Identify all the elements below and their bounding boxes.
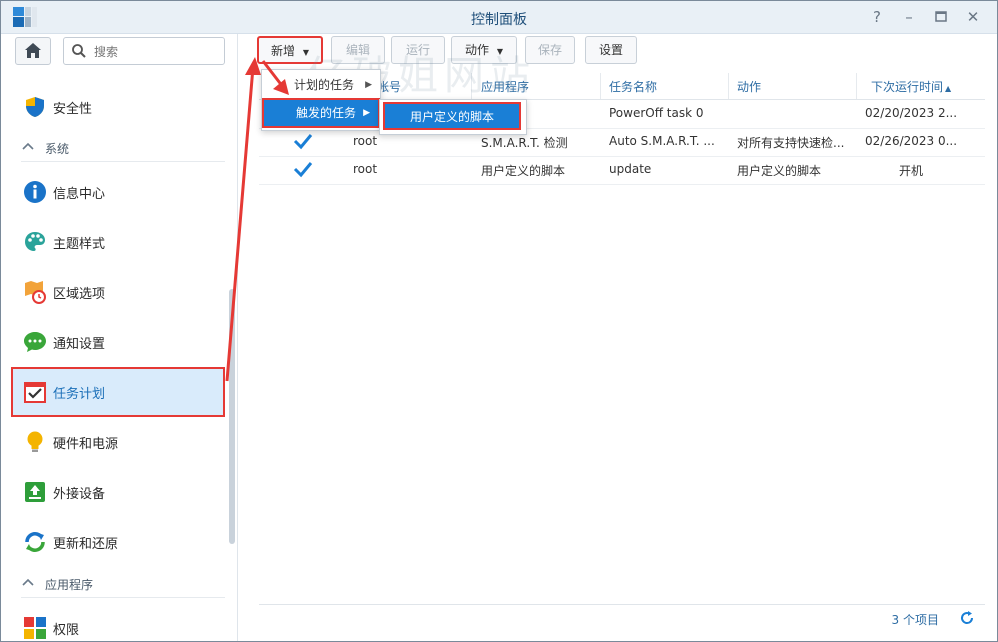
table-footer: 3 个项目: [259, 604, 985, 633]
annotation-arrows: [225, 57, 289, 382]
control-panel-window: 控制面板 ? – ✕ 安全性: [0, 0, 998, 642]
item-count: 3 个项目: [891, 613, 939, 627]
refresh-icon[interactable]: [959, 610, 975, 626]
